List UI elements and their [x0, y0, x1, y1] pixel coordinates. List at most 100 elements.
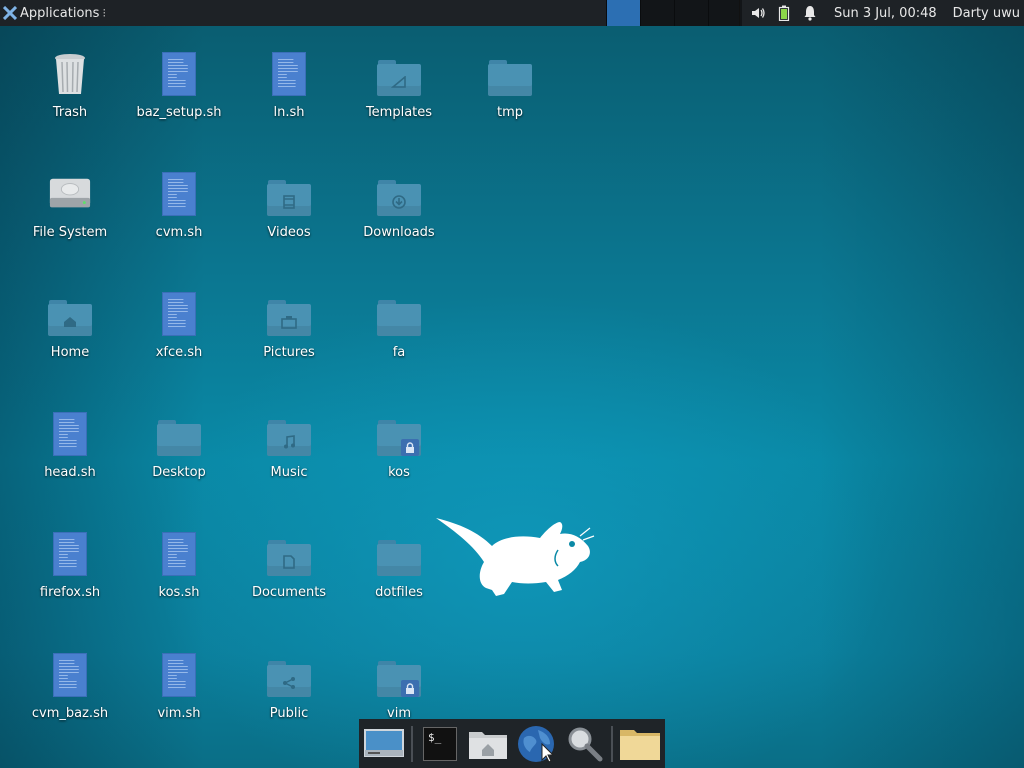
dock-separator	[411, 725, 413, 762]
camera-emblem-icon	[267, 308, 311, 336]
desktop-icon-label: Desktop	[152, 465, 206, 480]
desktop-icon-label: tmp	[496, 105, 523, 120]
desktop-icon[interactable]: kos.sh	[124, 528, 234, 624]
desktop-icon[interactable]: Downloads	[344, 168, 454, 264]
folder-icon	[377, 661, 421, 697]
desktop-icon-image	[157, 48, 201, 100]
desktop-icon-label: Home	[50, 345, 90, 360]
desktop-icon-label: File System	[32, 225, 108, 240]
film-emblem-icon	[267, 188, 311, 216]
desktop-icon[interactable]: Pictures	[234, 288, 344, 384]
folder-icon	[267, 300, 311, 336]
script-file-icon	[53, 412, 87, 456]
battery-icon[interactable]	[776, 5, 792, 21]
workspace-3[interactable]	[674, 0, 708, 26]
desktop-icon-label: cvm_baz.sh	[31, 706, 109, 721]
lock-emblem-icon	[401, 439, 419, 456]
desktop-icon-image	[377, 168, 421, 220]
workspace-1[interactable]	[606, 0, 640, 26]
desktop-icon[interactable]: dotfiles	[344, 528, 454, 624]
workspace-4[interactable]	[708, 0, 742, 26]
desktop-icon[interactable]: Trash	[15, 48, 125, 144]
script-file-icon	[162, 532, 196, 576]
desktop-icon[interactable]: File System	[15, 168, 125, 264]
menu-separator-glyph: ⁝	[102, 6, 107, 20]
desktop-icon[interactable]: firefox.sh	[15, 528, 125, 624]
script-file-icon	[162, 52, 196, 96]
lock-emblem-icon	[401, 680, 419, 697]
desktop-icon-image	[157, 168, 201, 220]
desktop-icon-label: xfce.sh	[155, 345, 203, 360]
user-menu[interactable]: Darty uwu	[953, 6, 1020, 21]
desktop-icon-image	[267, 168, 311, 220]
desktop-icon[interactable]: Home	[15, 288, 125, 384]
desktop-icon-image	[48, 288, 92, 340]
desktop-icon[interactable]: Desktop	[124, 408, 234, 504]
desktop-icon-label: Downloads	[363, 225, 435, 240]
clock[interactable]: Sun 3 Jul, 00:48	[834, 6, 937, 21]
desktop-icon-image	[267, 288, 311, 340]
music-emblem-icon	[267, 428, 311, 456]
desktop-icon-image	[267, 48, 311, 100]
folder-icon	[377, 540, 421, 576]
notification-bell-icon[interactable]	[802, 5, 818, 21]
magnifier-icon	[568, 727, 603, 761]
document-emblem-icon	[267, 548, 311, 576]
desktop-icon-image	[377, 649, 421, 701]
desktop-icon[interactable]: head.sh	[15, 408, 125, 504]
desktop-icon[interactable]: Templates	[344, 48, 454, 144]
folder-icon	[48, 300, 92, 336]
folder-icon	[267, 180, 311, 216]
home-folder-launcher[interactable]	[467, 723, 509, 765]
desktop-icon-image	[377, 48, 421, 100]
folder-icon	[267, 420, 311, 456]
xfce-mouse-logo	[436, 518, 595, 596]
desktop-icon-label: Templates	[365, 105, 433, 120]
script-file-icon	[162, 292, 196, 336]
desktop-icon-image	[157, 408, 201, 460]
home-emblem-icon	[48, 308, 92, 336]
desktop-icon[interactable]: Documents	[234, 528, 344, 624]
web-browser-launcher[interactable]	[515, 723, 557, 765]
desktop-icon-image	[267, 649, 311, 701]
volume-icon[interactable]	[750, 5, 766, 21]
desktop-icon-label: Pictures	[263, 345, 315, 360]
desktop-icon[interactable]: baz_setup.sh	[124, 48, 234, 144]
top-panel: Applications ⁝ Sun 3 Jul, 00:48 Darty uw…	[0, 0, 1024, 26]
desktop-icon-image	[157, 288, 201, 340]
desktop-icon-image	[48, 48, 92, 100]
desktop-icon-label: dotfiles	[375, 585, 423, 600]
folder-launcher[interactable]	[619, 723, 661, 765]
desktop-icon[interactable]: Public	[234, 649, 344, 745]
share-emblem-icon	[267, 669, 311, 697]
templates-emblem-icon	[377, 68, 421, 96]
dock-separator	[611, 725, 613, 762]
desktop-icon[interactable]: cvm_baz.sh	[15, 649, 125, 745]
desktop-icon-image	[157, 649, 201, 701]
terminal-icon: $_	[423, 726, 457, 761]
desktop-icon[interactable]: ln.sh	[234, 48, 344, 144]
desktop-icon-label: firefox.sh	[39, 585, 101, 600]
desktop-icon[interactable]: vim.sh	[124, 649, 234, 745]
desktop-icon[interactable]: Music	[234, 408, 344, 504]
show-desktop-button[interactable]	[363, 723, 405, 765]
desktop-icon-image	[157, 528, 201, 580]
desktop-icon-image	[377, 528, 421, 580]
desktop-icon[interactable]: kos	[344, 408, 454, 504]
terminal-launcher[interactable]: $_	[419, 723, 461, 765]
download-emblem-icon	[377, 188, 421, 216]
desktop-icon-label: kos	[388, 465, 410, 480]
desktop-icon-label: fa	[392, 345, 406, 360]
applications-menu[interactable]: Applications ⁝	[0, 0, 106, 26]
desktop-icon[interactable]: tmp	[455, 48, 565, 144]
desktop-icon[interactable]: fa	[344, 288, 454, 384]
desktop-icon[interactable]: xfce.sh	[124, 288, 234, 384]
desktop-icon[interactable]: cvm.sh	[124, 168, 234, 264]
desktop-icon-image	[377, 408, 421, 460]
desktop-icon-image	[267, 528, 311, 580]
desktop-icon[interactable]: Videos	[234, 168, 344, 264]
desktop-icon-image	[48, 168, 92, 220]
workspace-2[interactable]	[640, 0, 674, 26]
globe-icon	[518, 725, 555, 763]
app-finder-launcher[interactable]	[563, 723, 605, 765]
